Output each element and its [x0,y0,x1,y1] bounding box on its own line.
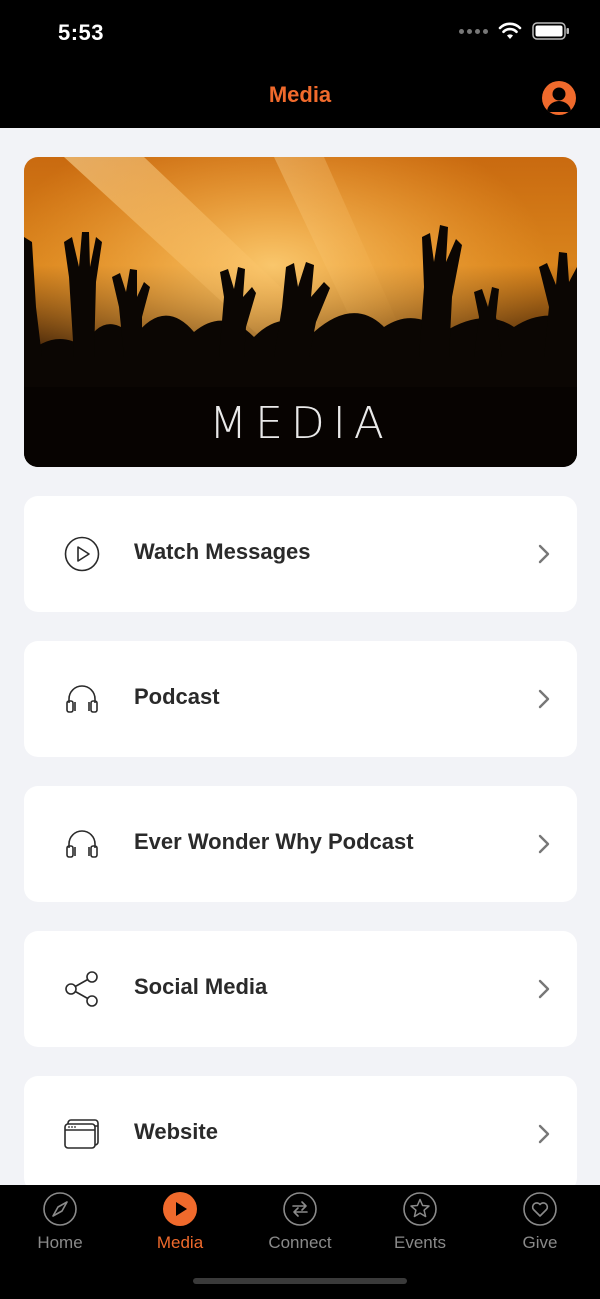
tab-home[interactable]: Home [0,1191,120,1261]
menu-item-ever-wonder-why-podcast[interactable]: Ever Wonder Why Podcast [24,786,577,902]
chevron-right-icon [538,544,550,564]
tab-label: Home [37,1233,83,1252]
menu-item-podcast[interactable]: Podcast [24,641,577,757]
menu-item-label: Ever Wonder Why Podcast [134,829,414,854]
menu-item-website[interactable]: Website [24,1076,577,1192]
menu-item-watch-messages[interactable]: Watch Messages [24,496,577,612]
battery-icon [532,22,569,40]
hero-title: MEDIA [209,398,392,449]
status-icons [459,22,570,40]
chevron-right-icon [538,1124,550,1144]
tab-label: Events [394,1233,446,1252]
menu-item-label: Social Media [134,974,268,999]
tab-label: Give [522,1233,558,1252]
user-icon [547,87,571,112]
tab-give[interactable]: Give [480,1191,600,1261]
play-circle-icon [64,536,100,572]
browser-window-icon [64,1119,99,1149]
chevron-right-icon [538,689,550,709]
status-time: 5:53 [58,20,105,45]
top-bar: 5:53 Media [0,0,600,128]
heart-icon [523,1192,557,1226]
menu-item-label: Podcast [134,684,220,709]
page-title: Media [268,82,332,107]
tab-connect[interactable]: Connect [240,1191,360,1261]
headphones-icon [66,685,98,713]
wifi-icon [498,22,522,39]
chevron-right-icon [538,979,550,999]
tab-media[interactable]: Media [120,1191,240,1261]
menu-item-label: Watch Messages [134,539,311,564]
signal-icon [459,28,488,34]
share-icon [65,971,98,1007]
hero-banner[interactable]: MEDIA [24,157,577,467]
star-icon [403,1192,437,1226]
menu-item-label: Website [134,1119,218,1144]
chevron-right-icon [538,834,550,854]
tab-events[interactable]: Events [360,1191,480,1261]
profile-button[interactable] [542,81,576,115]
exchange-icon [283,1192,317,1226]
play-icon [163,1192,197,1226]
headphones-icon [66,830,98,858]
tab-label: Connect [268,1233,332,1252]
home-indicator [193,1278,407,1284]
compass-icon [43,1192,77,1226]
menu-item-social-media[interactable]: Social Media [24,931,577,1047]
tab-label: Media [156,1233,204,1252]
